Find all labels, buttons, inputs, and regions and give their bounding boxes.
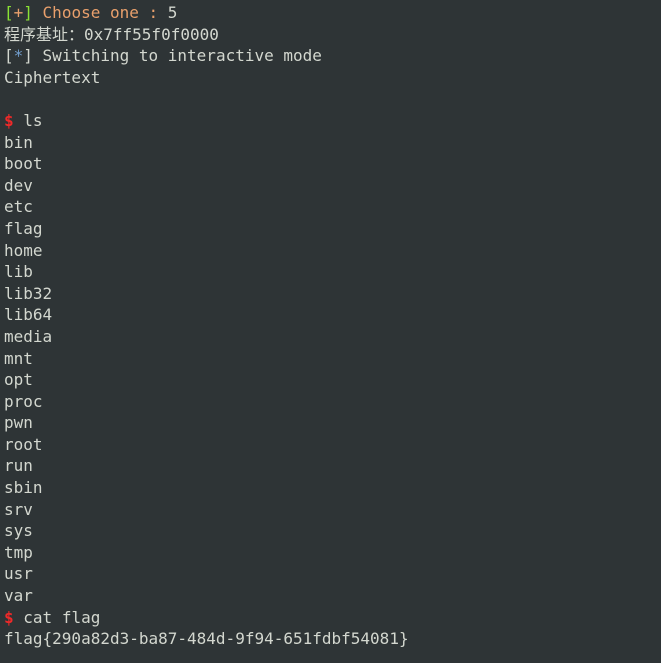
list-item: tmp <box>4 542 657 564</box>
flag-output: flag{290a82d3-ba87-484d-9f94-651fdbf5408… <box>4 628 657 650</box>
cat-flag-command: cat flag <box>23 608 100 627</box>
ls-command-line[interactable]: $ ls <box>4 110 657 132</box>
list-item: lib <box>4 261 657 283</box>
list-item: lib32 <box>4 283 657 305</box>
list-item: lib64 <box>4 304 657 326</box>
list-item: mnt <box>4 348 657 370</box>
plus-icon: + <box>14 3 24 22</box>
cat-flag-command-line[interactable]: $ cat flag <box>4 607 657 629</box>
list-item: etc <box>4 196 657 218</box>
shell-prompt: $ <box>4 608 14 627</box>
star-icon: * <box>14 46 24 65</box>
list-item: pwn <box>4 412 657 434</box>
list-item: flag <box>4 218 657 240</box>
switching-mode-line: [*] Switching to interactive mode <box>4 45 657 67</box>
list-item: var <box>4 585 657 607</box>
bracket-close-2: ] <box>23 46 42 65</box>
choice-value: 5 <box>168 3 178 22</box>
list-item: media <box>4 326 657 348</box>
list-item: bin <box>4 132 657 154</box>
shell-prompt: $ <box>4 111 14 130</box>
list-item: srv <box>4 499 657 521</box>
choose-prompt-line: [+] Choose one : 5 <box>4 2 657 24</box>
list-item: root <box>4 434 657 456</box>
bracket-open-2: [ <box>4 46 14 65</box>
blank-line <box>4 88 657 110</box>
list-item: sys <box>4 520 657 542</box>
list-item: home <box>4 240 657 262</box>
base-address-line: 程序基址：0x7ff55f0f0000 <box>4 24 657 46</box>
list-item: boot <box>4 153 657 175</box>
list-item: run <box>4 455 657 477</box>
list-item: sbin <box>4 477 657 499</box>
bracket-close: ] <box>23 3 42 22</box>
list-item: proc <box>4 391 657 413</box>
choose-label: Choose one : <box>43 3 168 22</box>
list-item: opt <box>4 369 657 391</box>
ciphertext-label: Ciphertext <box>4 67 657 89</box>
bracket-open: [ <box>4 3 14 22</box>
list-item: dev <box>4 175 657 197</box>
ls-command: ls <box>23 111 42 130</box>
list-item: usr <box>4 563 657 585</box>
switching-text: Switching to interactive mode <box>43 46 322 65</box>
